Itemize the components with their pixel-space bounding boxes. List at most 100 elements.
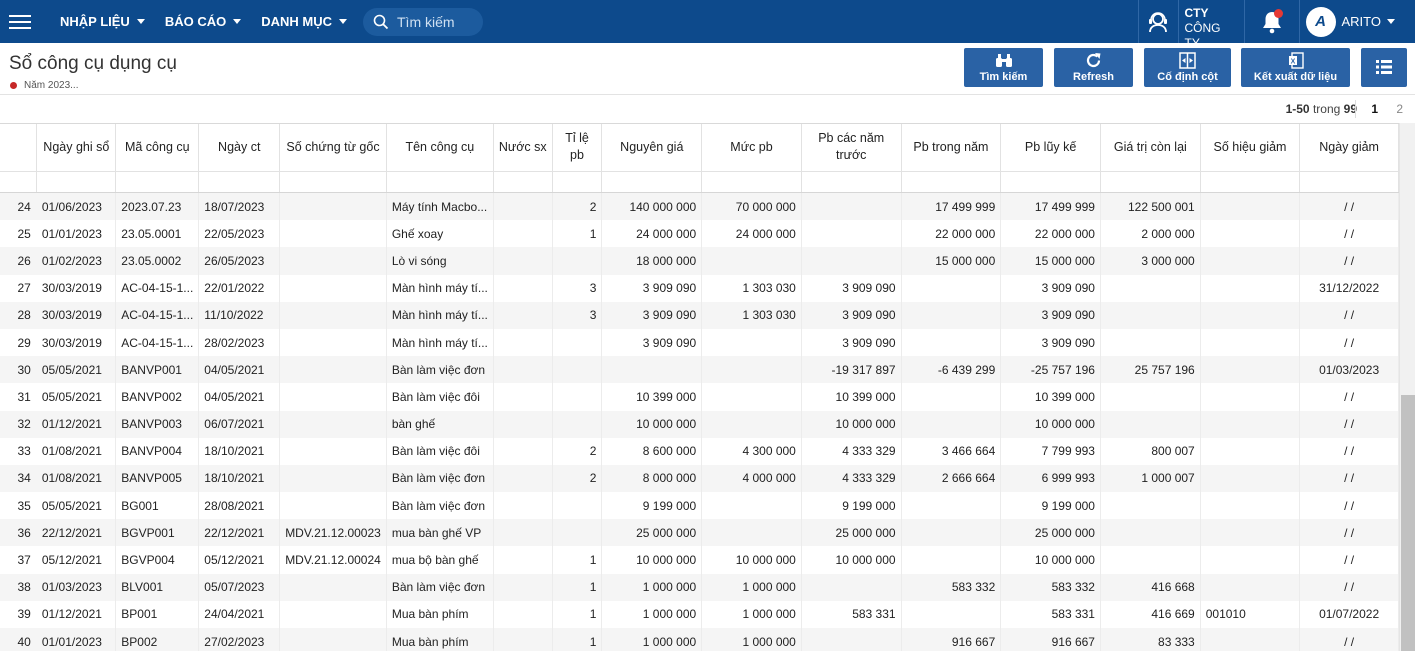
table-cell[interactable]: 3 909 090 [601,328,703,357]
table-cell[interactable] [279,492,387,520]
table-cell[interactable] [701,492,802,520]
table-cell[interactable] [1100,546,1201,574]
table-cell[interactable] [493,437,553,465]
table-cell[interactable] [601,356,703,384]
table-cell[interactable] [279,383,387,411]
table-cell[interactable]: 1 000 000 [701,600,802,628]
table-cell[interactable]: 18/10/2021 [198,464,281,493]
column-header[interactable]: Tên công cụ [386,124,494,171]
table-cell[interactable]: Mua bàn phím [386,628,494,651]
table-cell[interactable]: 10 399 000 [601,383,703,411]
table-cell[interactable]: 7 799 993 [1000,437,1101,465]
table-cell[interactable]: 1 000 007 [1100,464,1201,493]
column-header[interactable]: Nguyên giá [601,124,703,171]
column-header[interactable]: Nước sx [493,124,553,171]
table-cell[interactable]: BANVP003 [115,410,200,438]
table-cell[interactable]: AC-04-15-1... [115,274,200,302]
table-cell[interactable]: 01/03/2023 [1299,356,1399,384]
table-cell[interactable] [493,301,553,329]
column-header[interactable]: Pb lũy kế [1000,124,1101,171]
table-cell[interactable]: 01/08/2021 [36,464,117,493]
page-2-link[interactable]: 2 [1396,102,1403,116]
table-cell[interactable]: 1 [552,220,603,248]
table-row[interactable]: 24 01/06/2023 2023.07.23 18/07/2023 Máy tính… [0,193,1399,221]
table-cell[interactable] [279,247,387,275]
filter-cell[interactable] [198,170,281,193]
table-cell[interactable] [701,356,802,384]
table-cell[interactable] [493,220,553,248]
table-cell[interactable] [493,356,553,384]
table-cell[interactable]: 30/03/2019 [36,301,117,329]
table-cell[interactable]: 01/12/2021 [36,410,117,438]
table-cell[interactable]: / / [1299,437,1399,465]
table-cell[interactable] [493,328,553,357]
filter-cell[interactable] [36,170,117,193]
table-cell[interactable]: 04/05/2021 [198,383,281,411]
menu-nhap-lieu[interactable]: NHẬP LIỆU [50,0,155,43]
table-cell[interactable] [901,600,1002,628]
table-cell[interactable]: 2023.07.23 [115,193,200,221]
table-cell[interactable]: 583 332 [901,573,1002,601]
table-cell[interactable] [1200,546,1301,574]
table-cell[interactable] [1200,247,1301,275]
table-cell[interactable]: 122 500 001 [1100,193,1201,221]
table-cell[interactable]: / / [1299,464,1399,493]
column-header[interactable]: Ngày giảm [1299,124,1399,171]
table-row[interactable]: 32 01/12/2021 BANVP003 06/07/2021 bàn ghế 10 … [0,410,1399,438]
table-cell[interactable] [801,628,902,651]
table-cell[interactable]: 83 333 [1100,628,1201,651]
table-cell[interactable]: 24 000 000 [601,220,703,248]
table-cell[interactable]: 4 333 329 [801,464,902,493]
table-cell[interactable]: / / [1299,573,1399,601]
column-header[interactable]: Pb các năm trước [801,124,902,171]
table-cell[interactable]: 9 199 000 [1000,492,1101,520]
table-cell[interactable]: 04/05/2021 [198,356,281,384]
filter-cell[interactable] [901,170,1002,193]
table-cell[interactable] [1100,301,1201,329]
table-cell[interactable]: 05/05/2021 [36,492,117,520]
table-cell[interactable]: 2 [552,464,603,493]
table-cell[interactable] [701,247,802,275]
table-cell[interactable] [1100,274,1201,302]
table-cell[interactable]: BGVP001 [115,519,200,547]
table-cell[interactable]: / / [1299,546,1399,574]
table-cell[interactable] [1200,328,1301,357]
table-cell[interactable]: / / [1299,628,1399,651]
table-cell[interactable]: 05/07/2023 [198,573,281,601]
table-cell[interactable]: 24/04/2021 [198,600,281,628]
table-cell[interactable] [279,193,387,221]
table-row[interactable]: 40 01/01/2023 BP002 27/02/2023 Mua bàn phím 1… [0,628,1399,651]
table-cell[interactable]: 22 000 000 [901,220,1002,248]
table-cell[interactable]: 22 000 000 [1000,220,1101,248]
table-cell[interactable]: / / [1299,519,1399,547]
table-cell[interactable]: 2 [552,193,603,221]
column-header[interactable]: Mức pb [701,124,802,171]
table-cell[interactable]: mua bộ bàn ghế [386,546,494,574]
table-cell[interactable]: 4 333 329 [801,437,902,465]
search-button[interactable]: Tìm kiếm [964,48,1043,87]
table-cell[interactable]: 10 000 000 [701,546,802,574]
table-cell[interactable]: 3 [552,301,603,329]
table-cell[interactable] [279,410,387,438]
table-cell[interactable] [901,274,1002,302]
table-cell[interactable] [279,437,387,465]
global-search-input[interactable]: Tìm kiếm [363,7,483,36]
table-cell[interactable] [279,573,387,601]
table-cell[interactable]: / / [1299,220,1399,248]
filter-cell[interactable] [701,170,802,193]
table-cell[interactable] [493,193,553,221]
table-cell[interactable]: Bàn làm việc đôi [386,437,494,465]
table-cell[interactable]: 10 000 000 [601,410,703,438]
table-cell[interactable]: 1 000 000 [601,600,703,628]
column-header[interactable]: Ngày ct [198,124,281,171]
table-cell[interactable]: 3 000 000 [1100,247,1201,275]
table-cell[interactable]: 18/07/2023 [198,193,281,221]
table-cell[interactable]: 15 000 000 [1000,247,1101,275]
table-cell[interactable] [1200,437,1301,465]
table-cell[interactable] [1200,573,1301,601]
table-cell[interactable] [493,492,553,520]
table-cell[interactable] [493,628,553,651]
table-cell[interactable]: 11/10/2022 [198,301,281,329]
table-row[interactable]: 34 01/08/2021 BANVP005 18/10/2021 Bàn làm vi… [0,464,1399,493]
table-cell[interactable]: Bàn làm việc đơn [386,573,494,601]
